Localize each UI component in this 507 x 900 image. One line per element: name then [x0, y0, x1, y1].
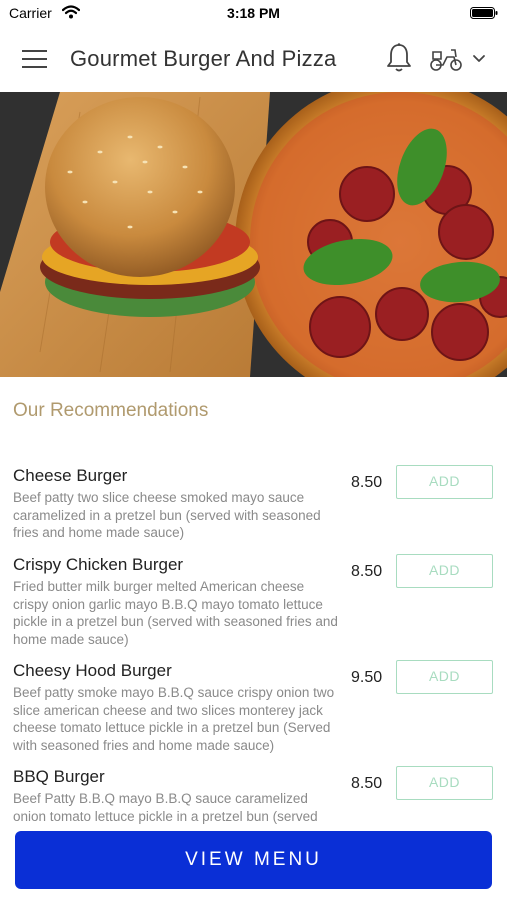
item-description: Beef patty smoke mayo B.B.Q sauce crispy…	[13, 685, 335, 753]
item-name: BBQ Burger	[13, 767, 105, 786]
recommendations-list[interactable]: Cheese Burger Beef patty two slice chees…	[0, 464, 507, 824]
status-bar: Carrier 3:18 PM	[0, 0, 507, 26]
list-item[interactable]: Crispy Chicken Burger Fried butter milk …	[0, 553, 507, 653]
menu-icon[interactable]	[22, 49, 48, 69]
item-description: Beef Patty B.B.Q mayo B.B.Q sauce carame…	[13, 791, 318, 824]
item-price: 8.50	[351, 563, 383, 580]
list-item[interactable]: Cheesy Hood Burger Beef patty smoke mayo…	[0, 659, 507, 759]
burger-pizza-illustration	[0, 92, 507, 377]
item-name: Crispy Chicken Burger	[13, 555, 184, 574]
view-menu-button[interactable]: VIEW MENU	[15, 831, 492, 889]
item-description: Beef patty two slice cheese smoked mayo …	[13, 490, 321, 540]
item-price: 9.50	[351, 669, 383, 686]
status-time: 3:18 PM	[227, 5, 280, 21]
hero-image	[0, 92, 507, 377]
add-button[interactable]: ADD	[396, 554, 493, 588]
chevron-down-icon[interactable]	[471, 53, 487, 65]
section-title: Our Recommendations	[13, 400, 209, 421]
item-name: Cheesy Hood Burger	[13, 661, 172, 680]
bell-icon[interactable]	[384, 42, 414, 74]
add-button[interactable]: ADD	[396, 660, 493, 694]
item-price: 8.50	[351, 775, 383, 792]
battery-icon	[470, 7, 498, 19]
item-price: 8.50	[351, 474, 383, 491]
item-description: Fried butter milk burger melted American…	[13, 579, 338, 647]
add-button[interactable]: ADD	[396, 766, 493, 800]
item-name: Cheese Burger	[13, 466, 128, 485]
list-item[interactable]: Cheese Burger Beef patty two slice chees…	[0, 464, 507, 544]
app-header: Gourmet Burger And Pizza	[0, 26, 507, 92]
scooter-icon[interactable]	[429, 46, 463, 72]
page-title: Gourmet Burger And Pizza	[70, 46, 337, 71]
add-button[interactable]: ADD	[396, 465, 493, 499]
list-item[interactable]: BBQ Burger Beef Patty B.B.Q mayo B.B.Q s…	[0, 765, 507, 824]
